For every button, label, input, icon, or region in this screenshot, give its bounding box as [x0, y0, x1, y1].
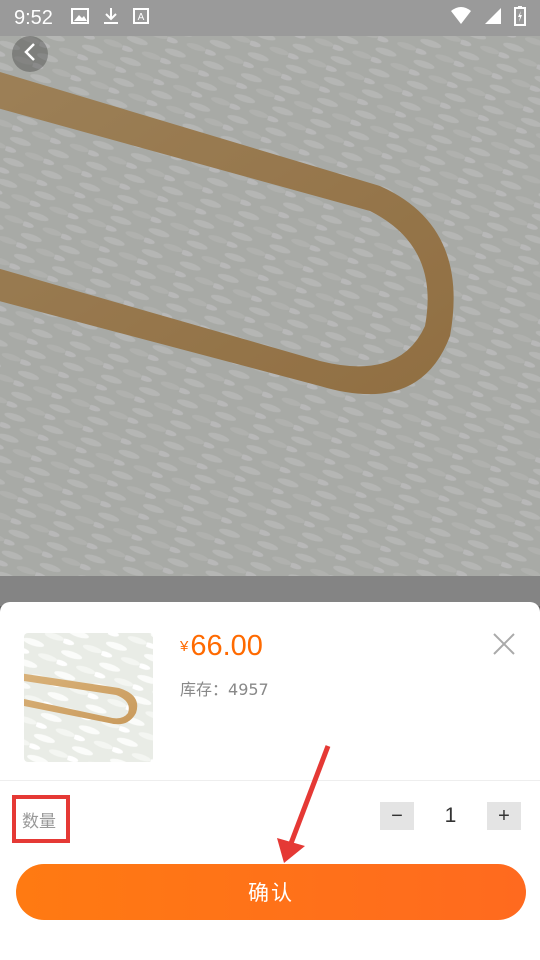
quantity-stepper: − 1 + [380, 802, 521, 830]
status-time: 9:52 [14, 6, 53, 29]
close-icon [490, 633, 518, 662]
chevron-left-icon [23, 42, 37, 66]
increase-button[interactable]: + [487, 802, 521, 830]
image-icon [70, 8, 89, 28]
stock-label: 库存： [180, 680, 229, 699]
back-button[interactable] [12, 36, 48, 72]
product-thumbnail [24, 633, 153, 762]
confirm-button[interactable]: 确认 [16, 864, 526, 920]
signal-icon [484, 7, 502, 29]
status-bar: 9:52 A [0, 0, 540, 36]
wifi-icon [450, 7, 472, 29]
quantity-label-highlight: 数量 [12, 795, 70, 843]
svg-text:A: A [138, 12, 145, 23]
quantity-value[interactable]: 1 [414, 804, 487, 828]
font-a-icon: A [132, 8, 149, 28]
close-button[interactable] [490, 630, 518, 658]
decrease-button[interactable]: − [380, 802, 414, 830]
stock-value: 4957 [228, 680, 269, 699]
quantity-label: 数量 [22, 811, 56, 832]
annotation-arrow-icon [270, 742, 340, 871]
price-value: 66.00 [190, 630, 263, 662]
price: ¥66.00 [180, 630, 263, 663]
battery-charging-icon [514, 6, 526, 30]
stock-info: 库存：4957 [180, 676, 269, 700]
download-icon [103, 7, 119, 29]
currency-symbol: ¥ [180, 638, 189, 655]
